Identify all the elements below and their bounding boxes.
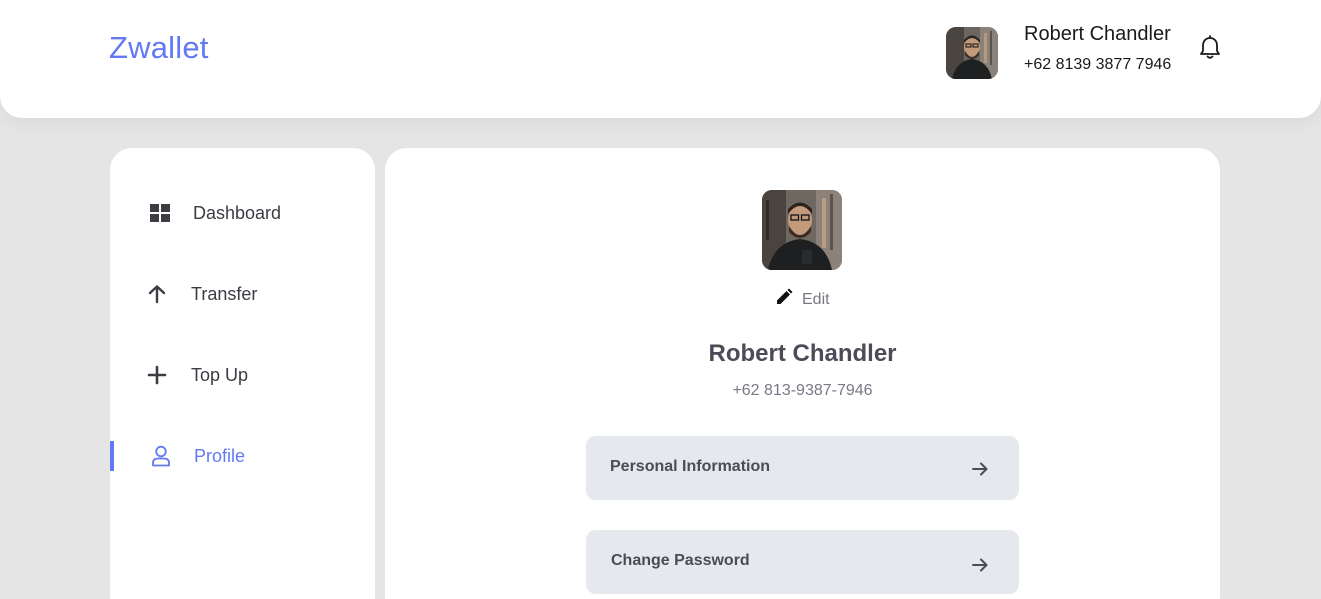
- profile-avatar[interactable]: [762, 190, 842, 270]
- menu-item-label: Change Password: [611, 552, 750, 569]
- brand-logo[interactable]: Zwallet: [109, 30, 209, 66]
- sidebar-item-profile[interactable]: Profile: [110, 436, 375, 476]
- arrow-right-icon: [971, 460, 989, 478]
- edit-profile-button[interactable]: Edit: [775, 288, 830, 311]
- profile-phone: +62 813-9387-7946: [732, 382, 873, 399]
- sidebar-item-topup[interactable]: Top Up: [110, 355, 375, 395]
- header-user-phone: +62 8139 3877 7946: [1024, 56, 1172, 73]
- sidebar-item-label: Profile: [194, 445, 246, 466]
- sidebar-item-label: Dashboard: [193, 202, 282, 223]
- edit-label: Edit: [802, 290, 830, 308]
- arrow-right-icon: [971, 556, 989, 574]
- profile-card: Edit Robert Chandler +62 813-9387-7946 P…: [385, 148, 1220, 599]
- pencil-icon: [775, 288, 793, 311]
- header-avatar[interactable]: [946, 27, 998, 79]
- profile-name: Robert Chandler: [708, 340, 897, 367]
- sidebar-item-dashboard[interactable]: Dashboard: [110, 193, 375, 233]
- arrow-up-icon: [145, 282, 169, 306]
- grid-icon: [148, 201, 172, 225]
- top-header: Zwallet Robert Chandler +62 8139 3877 79…: [0, 0, 1321, 118]
- sidebar-item-label: Transfer: [191, 283, 258, 304]
- user-icon: [149, 444, 173, 468]
- sidebar: Dashboard Transfer Top Up Profile: [110, 148, 375, 599]
- plus-icon: [145, 363, 169, 387]
- sidebar-item-transfer[interactable]: Transfer: [110, 274, 375, 314]
- bell-icon[interactable]: [1198, 35, 1222, 61]
- change-password-button[interactable]: Change Password: [586, 530, 1019, 594]
- personal-information-button[interactable]: Personal Information: [586, 436, 1019, 500]
- header-user-name: Robert Chandler: [1024, 23, 1171, 45]
- menu-item-label: Personal Information: [610, 458, 771, 475]
- sidebar-item-label: Top Up: [191, 364, 249, 385]
